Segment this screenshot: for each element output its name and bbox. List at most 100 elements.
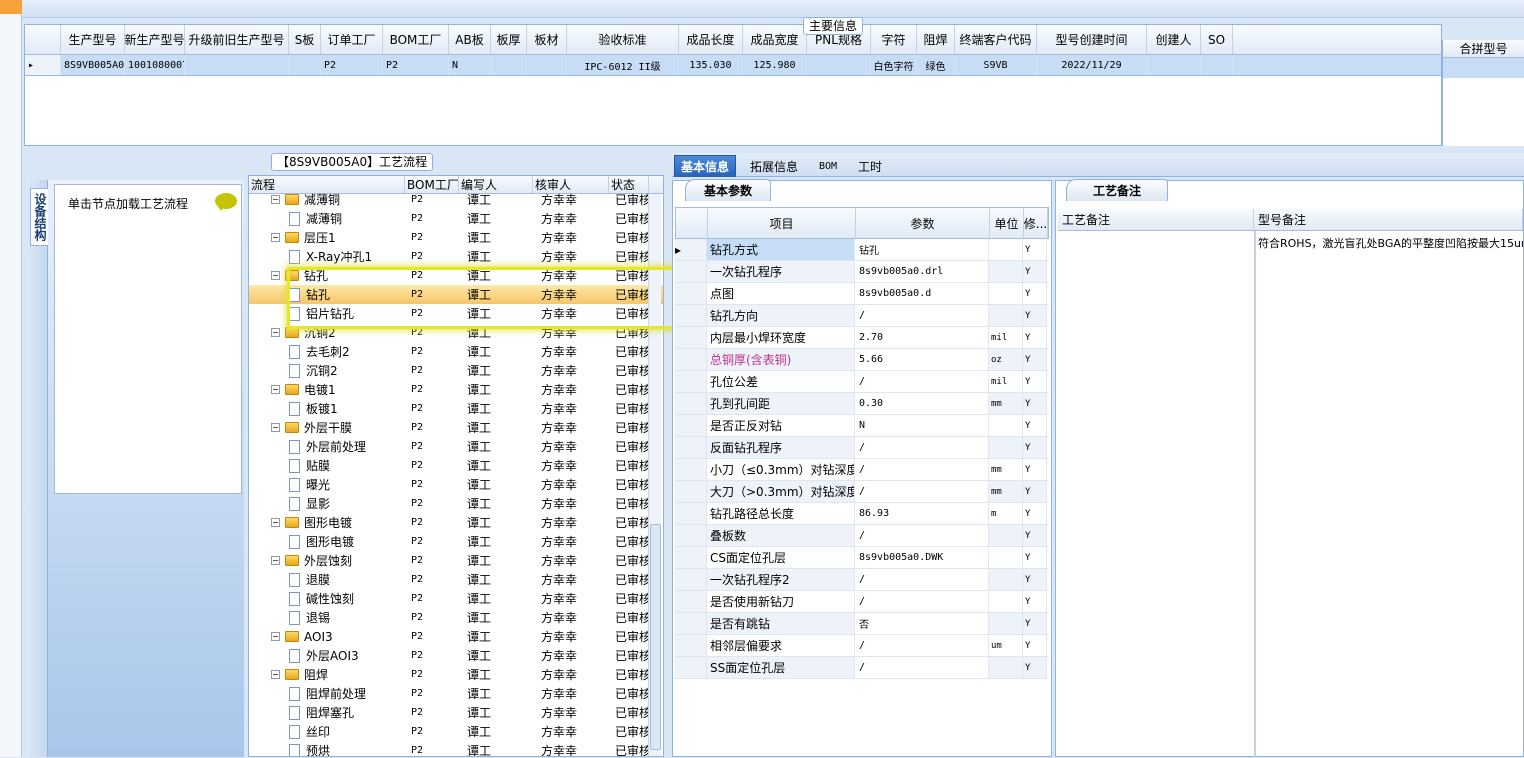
tree-row[interactable]: 外层前处理 P2 谭工 方幸幸 已审核 <box>249 437 663 456</box>
tree-node[interactable]: − 外层蚀刻 <box>249 551 405 570</box>
merge-model-row[interactable] <box>1443 58 1524 78</box>
param-row[interactable]: 是否有跳钻否 Y <box>675 613 1049 635</box>
main-col-header[interactable]: 字符 <box>871 25 917 54</box>
tree-row[interactable]: 曝光 P2 谭工 方幸幸 已审核 <box>249 475 663 494</box>
tree-node[interactable]: 去毛刺2 <box>249 342 405 361</box>
tree-node[interactable]: X-Ray冲孔1 <box>249 247 405 266</box>
merge-model-header[interactable]: 合拼型号 <box>1443 40 1524 58</box>
vertical-tab[interactable]: 设备结构 <box>26 180 51 757</box>
tree-row[interactable]: 阻焊塞孔 P2 谭工 方幸幸 已审核 <box>249 703 663 722</box>
tab-basic-info[interactable]: 基本信息 <box>674 155 736 177</box>
param-row[interactable]: SS面定位孔层 / Y <box>675 657 1049 679</box>
tree-node[interactable]: 减薄铜 <box>249 209 405 228</box>
param-row[interactable]: 大刀（>0.3mm）对钻深度 / mm Y <box>675 481 1049 503</box>
tab-work-hours[interactable]: 工时 <box>852 155 888 177</box>
col-model-remark[interactable]: 型号备注 <box>1254 209 1523 230</box>
param-value[interactable]: N <box>855 415 989 436</box>
main-cell[interactable]: 8S9VB005A0 <box>61 55 125 75</box>
tree-node[interactable]: − AOI3 <box>249 627 405 646</box>
param-row[interactable]: 总铜厚(含表铜) 5.66 oz Y <box>675 349 1049 371</box>
param-row[interactable]: 是否使用新钻刀 / Y <box>675 591 1049 613</box>
main-cell[interactable]: N <box>449 55 491 75</box>
tree-row[interactable]: 预烘 P2 谭工 方幸幸 已审核 <box>249 741 663 756</box>
param-value[interactable]: 8s9vb005a0.DWK <box>855 547 989 568</box>
collapse-icon[interactable]: − <box>271 385 280 394</box>
tree-node[interactable]: 显影 <box>249 494 405 513</box>
tree-node[interactable]: 曝光 <box>249 475 405 494</box>
tree-node[interactable]: 阻焊前处理 <box>249 684 405 703</box>
param-row[interactable]: 叠板数 / Y <box>675 525 1049 547</box>
tree-node[interactable]: − 图形电镀 <box>249 513 405 532</box>
main-col-header[interactable]: 终端客户代码 <box>955 25 1037 54</box>
tree-node[interactable]: 丝印 <box>249 722 405 741</box>
collapse-icon[interactable]: − <box>271 518 280 527</box>
param-value[interactable]: 86.93 <box>855 503 989 524</box>
param-row[interactable]: 钻孔路径总长度 86.93 m Y <box>675 503 1049 525</box>
tree-row[interactable]: 退膜 P2 谭工 方幸幸 已审核 <box>249 570 663 589</box>
model-remark-text[interactable]: 符合ROHS，激光盲孔处BGA的平整度凹陷按最大15um <box>1258 235 1523 251</box>
main-cell[interactable] <box>1201 55 1233 75</box>
tree-row[interactable]: − 电镀1 P2 谭工 方幸幸 已审核 <box>249 380 663 399</box>
main-col-header[interactable]: 创建人 <box>1147 25 1201 54</box>
param-row[interactable]: 小刀（≤0.3mm）对钻深度 / mm Y <box>675 459 1049 481</box>
param-value[interactable]: / <box>855 569 989 590</box>
param-value[interactable]: / <box>855 525 989 546</box>
tree-node[interactable]: − 减薄铜 <box>249 190 405 209</box>
collapse-icon[interactable]: − <box>271 632 280 641</box>
main-cell[interactable]: 2022/11/29 <box>1037 55 1147 75</box>
param-row[interactable]: 内层最小焊环宽度 2.70 mil Y <box>675 327 1049 349</box>
param-row[interactable]: ▸ 钻孔方式 钻孔 Y <box>675 239 1049 261</box>
col-modify[interactable]: 修... <box>1024 208 1048 238</box>
tree-node[interactable]: 图形电镀 <box>249 532 405 551</box>
tree-node[interactable]: − 电镀1 <box>249 380 405 399</box>
tree-node[interactable]: − 阻焊 <box>249 665 405 684</box>
main-cell[interactable] <box>185 55 289 75</box>
tree-node[interactable]: − 外层干膜 <box>249 418 405 437</box>
param-value[interactable]: / <box>855 635 989 656</box>
main-col-header[interactable]: 生产型号 <box>61 25 125 54</box>
basic-params-tab[interactable]: 基本参数 <box>685 179 772 201</box>
tree-row[interactable]: 去毛刺2 P2 谭工 方幸幸 已审核 <box>249 342 663 361</box>
tree-node[interactable]: 阻焊塞孔 <box>249 703 405 722</box>
param-row[interactable]: 相邻层偏要求 / um Y <box>675 635 1049 657</box>
param-value[interactable]: 8s9vb005a0.drl <box>855 261 989 282</box>
main-cell[interactable] <box>807 55 871 75</box>
param-value[interactable]: 8s9vb005a0.d <box>855 283 989 304</box>
main-col-header[interactable]: 订单工厂 <box>321 25 383 54</box>
param-value[interactable]: / <box>855 437 989 458</box>
tree-node[interactable]: 板镀1 <box>249 399 405 418</box>
main-col-header[interactable]: 新生产型号 <box>125 25 185 54</box>
collapse-icon[interactable]: − <box>271 271 280 280</box>
process-remarks-tab[interactable]: 工艺备注 <box>1066 179 1169 201</box>
tree-row[interactable]: − 层压1 P2 谭工 方幸幸 已审核 <box>249 228 663 247</box>
col-unit[interactable]: 单位 <box>990 208 1024 238</box>
tree-row[interactable]: − 外层干膜 P2 谭工 方幸幸 已审核 <box>249 418 663 437</box>
param-value[interactable]: / <box>855 657 989 678</box>
main-col-header[interactable]: 板材 <box>527 25 567 54</box>
tree-row[interactable]: 退锡 P2 谭工 方幸幸 已审核 <box>249 608 663 627</box>
tree-row[interactable]: 贴膜 P2 谭工 方幸幸 已审核 <box>249 456 663 475</box>
tree-node[interactable]: 沉铜2 <box>249 361 405 380</box>
tree-row[interactable]: − 减薄铜 P2 谭工 方幸幸 已审核 <box>249 190 663 209</box>
main-col-header[interactable]: AB板 <box>449 25 491 54</box>
tree-row[interactable]: 板镀1 P2 谭工 方幸幸 已审核 <box>249 399 663 418</box>
tree-row[interactable]: 阻焊前处理 P2 谭工 方幸幸 已审核 <box>249 684 663 703</box>
tree-row[interactable]: 图形电镀 P2 谭工 方幸幸 已审核 <box>249 532 663 551</box>
tree-node[interactable]: 退锡 <box>249 608 405 627</box>
main-cell[interactable]: 135.030 <box>679 55 743 75</box>
param-row[interactable]: CS面定位孔层 8s9vb005a0.DWK Y <box>675 547 1049 569</box>
main-cell[interactable] <box>491 55 527 75</box>
main-cell[interactable] <box>289 55 321 75</box>
tree-node[interactable]: 外层前处理 <box>249 437 405 456</box>
tree-scroll-thumb[interactable] <box>650 524 661 750</box>
collapse-icon[interactable]: − <box>271 556 280 565</box>
tree-row[interactable]: 丝印 P2 谭工 方幸幸 已审核 <box>249 722 663 741</box>
tree-node[interactable]: 贴膜 <box>249 456 405 475</box>
main-cell[interactable]: 125.980 <box>743 55 807 75</box>
tree-row[interactable]: X-Ray冲孔1 P2 谭工 方幸幸 已审核 <box>249 247 663 266</box>
param-value[interactable]: 钻孔 <box>855 239 989 260</box>
param-row[interactable]: 钻孔方向 / Y <box>675 305 1049 327</box>
tree-node[interactable]: 碱性蚀刻 <box>249 589 405 608</box>
tree-node[interactable]: 退膜 <box>249 570 405 589</box>
collapse-icon[interactable]: − <box>271 670 280 679</box>
